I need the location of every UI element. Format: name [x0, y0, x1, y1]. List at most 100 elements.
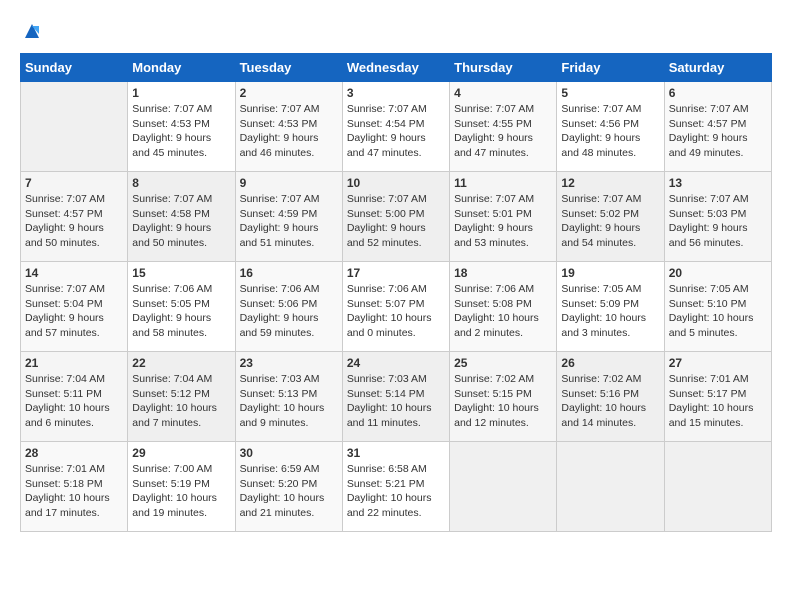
calendar-cell: 16 Sunrise: 7:06 AM Sunset: 5:06 PM Dayli… — [235, 262, 342, 352]
day-info: Sunrise: 6:59 AM Sunset: 5:20 PM Dayligh… — [240, 462, 338, 521]
day-number: 2 — [240, 86, 338, 100]
day-number: 10 — [347, 176, 445, 190]
day-info: Sunrise: 7:06 AM Sunset: 5:05 PM Dayligh… — [132, 282, 230, 341]
day-info: Sunrise: 7:04 AM Sunset: 5:12 PM Dayligh… — [132, 372, 230, 431]
day-info: Sunrise: 7:03 AM Sunset: 5:13 PM Dayligh… — [240, 372, 338, 431]
calendar-cell: 20 Sunrise: 7:05 AM Sunset: 5:10 PM Dayli… — [664, 262, 771, 352]
day-info: Sunrise: 7:07 AM Sunset: 4:57 PM Dayligh… — [25, 192, 123, 251]
calendar-cell: 18Sunrise: 7:06 AM Sunset: 5:08 PM Dayli… — [450, 262, 557, 352]
col-header-thursday: Thursday — [450, 54, 557, 82]
col-header-wednesday: Wednesday — [342, 54, 449, 82]
calendar-cell: 28 Sunrise: 7:01 AM Sunset: 5:18 PM Dayli… — [21, 442, 128, 532]
calendar-cell: 29 Sunrise: 7:00 AM Sunset: 5:19 PM Dayli… — [128, 442, 235, 532]
day-number: 20 — [669, 266, 767, 280]
day-info: Sunrise: 7:02 AM Sunset: 5:16 PM Dayligh… — [561, 372, 659, 431]
day-info: Sunrise: 7:07 AM Sunset: 4:54 PM Dayligh… — [347, 102, 445, 161]
calendar-cell: 17 Sunrise: 7:06 AM Sunset: 5:07 PM Dayli… — [342, 262, 449, 352]
week-row-0: 1 Sunrise: 7:07 AM Sunset: 4:53 PM Daylig… — [21, 82, 772, 172]
day-number: 1 — [132, 86, 230, 100]
calendar-cell: 19 Sunrise: 7:05 AM Sunset: 5:09 PM Dayli… — [557, 262, 664, 352]
day-number: 28 — [25, 446, 123, 460]
calendar-cell: 15 Sunrise: 7:06 AM Sunset: 5:05 PM Dayli… — [128, 262, 235, 352]
calendar-cell — [450, 442, 557, 532]
day-number: 30 — [240, 446, 338, 460]
calendar-cell: 1 Sunrise: 7:07 AM Sunset: 4:53 PM Daylig… — [128, 82, 235, 172]
day-number: 13 — [669, 176, 767, 190]
calendar-cell — [664, 442, 771, 532]
day-number: 19 — [561, 266, 659, 280]
week-row-1: 7 Sunrise: 7:07 AM Sunset: 4:57 PM Daylig… — [21, 172, 772, 262]
day-number: 4 — [454, 86, 552, 100]
calendar-cell: 6 Sunrise: 7:07 AM Sunset: 4:57 PM Daylig… — [664, 82, 771, 172]
header — [20, 20, 772, 43]
day-info: Sunrise: 7:07 AM Sunset: 5:04 PM Dayligh… — [25, 282, 123, 341]
col-header-tuesday: Tuesday — [235, 54, 342, 82]
col-header-sunday: Sunday — [21, 54, 128, 82]
day-info: Sunrise: 7:07 AM Sunset: 4:53 PM Dayligh… — [132, 102, 230, 161]
day-number: 21 — [25, 356, 123, 370]
day-number: 15 — [132, 266, 230, 280]
calendar-cell: 21 Sunrise: 7:04 AM Sunset: 5:11 PM Dayli… — [21, 352, 128, 442]
day-info: Sunrise: 7:07 AM Sunset: 4:57 PM Dayligh… — [669, 102, 767, 161]
day-number: 11 — [454, 176, 552, 190]
day-info: Sunrise: 7:07 AM Sunset: 4:56 PM Dayligh… — [561, 102, 659, 161]
day-info: Sunrise: 7:00 AM Sunset: 5:19 PM Dayligh… — [132, 462, 230, 521]
logo — [20, 20, 47, 43]
day-info: Sunrise: 7:06 AM Sunset: 5:06 PM Dayligh… — [240, 282, 338, 341]
day-info: Sunrise: 7:03 AM Sunset: 5:14 PM Dayligh… — [347, 372, 445, 431]
day-info: Sunrise: 7:07 AM Sunset: 4:58 PM Dayligh… — [132, 192, 230, 251]
calendar-cell: 3 Sunrise: 7:07 AM Sunset: 4:54 PM Daylig… — [342, 82, 449, 172]
col-header-friday: Friday — [557, 54, 664, 82]
calendar-cell: 9Sunrise: 7:07 AM Sunset: 4:59 PM Daylig… — [235, 172, 342, 262]
day-info: Sunrise: 7:05 AM Sunset: 5:10 PM Dayligh… — [669, 282, 767, 341]
col-header-saturday: Saturday — [664, 54, 771, 82]
calendar-cell: 4 Sunrise: 7:07 AM Sunset: 4:55 PM Daylig… — [450, 82, 557, 172]
day-number: 7 — [25, 176, 123, 190]
day-info: Sunrise: 7:07 AM Sunset: 4:53 PM Dayligh… — [240, 102, 338, 161]
col-header-monday: Monday — [128, 54, 235, 82]
calendar-cell: 24 Sunrise: 7:03 AM Sunset: 5:14 PM Dayli… — [342, 352, 449, 442]
day-number: 12 — [561, 176, 659, 190]
day-number: 29 — [132, 446, 230, 460]
day-number: 5 — [561, 86, 659, 100]
day-number: 14 — [25, 266, 123, 280]
day-info: Sunrise: 7:07 AM Sunset: 5:00 PM Dayligh… — [347, 192, 445, 251]
day-number: 23 — [240, 356, 338, 370]
calendar-cell: 11Sunrise: 7:07 AM Sunset: 5:01 PM Dayli… — [450, 172, 557, 262]
day-number: 24 — [347, 356, 445, 370]
day-info: Sunrise: 7:07 AM Sunset: 5:03 PM Dayligh… — [669, 192, 767, 251]
day-number: 25 — [454, 356, 552, 370]
day-info: Sunrise: 7:06 AM Sunset: 5:07 PM Dayligh… — [347, 282, 445, 341]
calendar-cell: 14 Sunrise: 7:07 AM Sunset: 5:04 PM Dayli… — [21, 262, 128, 352]
day-number: 16 — [240, 266, 338, 280]
day-info: Sunrise: 7:07 AM Sunset: 4:59 PM Dayligh… — [240, 192, 338, 251]
calendar-table: SundayMondayTuesdayWednesdayThursdayFrid… — [20, 53, 772, 532]
calendar-cell: 25Sunrise: 7:02 AM Sunset: 5:15 PM Dayli… — [450, 352, 557, 442]
day-info: Sunrise: 7:04 AM Sunset: 5:11 PM Dayligh… — [25, 372, 123, 431]
day-info: Sunrise: 7:07 AM Sunset: 4:55 PM Dayligh… — [454, 102, 552, 161]
day-info: Sunrise: 7:07 AM Sunset: 5:02 PM Dayligh… — [561, 192, 659, 251]
day-number: 26 — [561, 356, 659, 370]
logo-icon — [21, 20, 43, 42]
day-number: 3 — [347, 86, 445, 100]
day-info: Sunrise: 7:01 AM Sunset: 5:18 PM Dayligh… — [25, 462, 123, 521]
calendar-cell: 2 Sunrise: 7:07 AM Sunset: 4:53 PM Daylig… — [235, 82, 342, 172]
calendar-cell: 22 Sunrise: 7:04 AM Sunset: 5:12 PM Dayli… — [128, 352, 235, 442]
calendar-cell: 12 Sunrise: 7:07 AM Sunset: 5:02 PM Dayli… — [557, 172, 664, 262]
calendar-cell — [557, 442, 664, 532]
day-number: 6 — [669, 86, 767, 100]
day-number: 31 — [347, 446, 445, 460]
week-row-2: 14 Sunrise: 7:07 AM Sunset: 5:04 PM Dayli… — [21, 262, 772, 352]
day-info: Sunrise: 6:58 AM Sunset: 5:21 PM Dayligh… — [347, 462, 445, 521]
day-info: Sunrise: 7:06 AM Sunset: 5:08 PM Dayligh… — [454, 282, 552, 341]
calendar-cell: 13 Sunrise: 7:07 AM Sunset: 5:03 PM Dayli… — [664, 172, 771, 262]
day-info: Sunrise: 7:05 AM Sunset: 5:09 PM Dayligh… — [561, 282, 659, 341]
calendar-cell: 8 Sunrise: 7:07 AM Sunset: 4:58 PM Daylig… — [128, 172, 235, 262]
week-row-4: 28 Sunrise: 7:01 AM Sunset: 5:18 PM Dayli… — [21, 442, 772, 532]
day-info: Sunrise: 7:01 AM Sunset: 5:17 PM Dayligh… — [669, 372, 767, 431]
calendar-cell: 27Sunrise: 7:01 AM Sunset: 5:17 PM Dayli… — [664, 352, 771, 442]
day-number: 17 — [347, 266, 445, 280]
calendar-cell: 7 Sunrise: 7:07 AM Sunset: 4:57 PM Daylig… — [21, 172, 128, 262]
day-number: 22 — [132, 356, 230, 370]
day-number: 8 — [132, 176, 230, 190]
